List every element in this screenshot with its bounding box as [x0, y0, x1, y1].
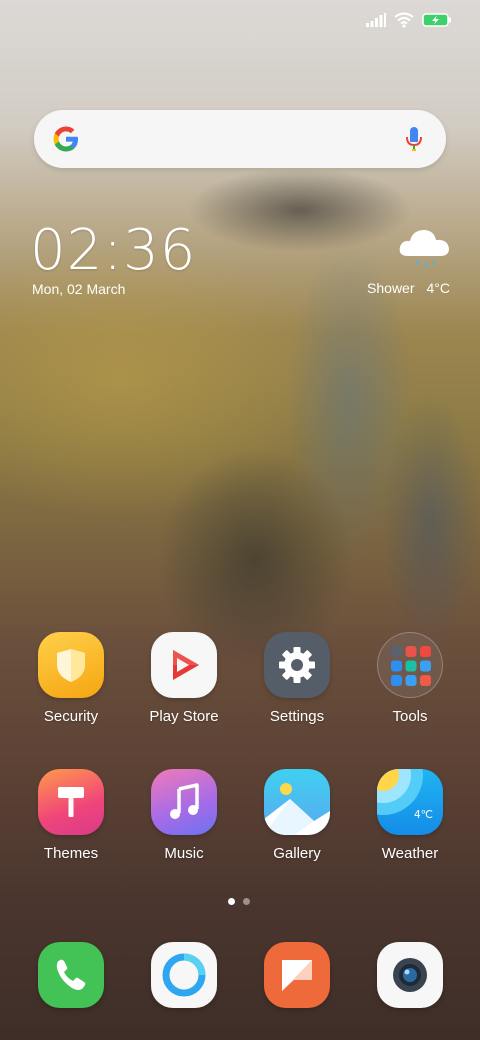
status-bar: [0, 0, 480, 44]
music-note-icon: [151, 769, 217, 835]
gear-icon: [264, 632, 330, 698]
wifi-icon: [394, 12, 414, 28]
search-bar[interactable]: [34, 110, 446, 168]
weather-icon: 4℃: [377, 769, 443, 835]
paint-roller-icon: [38, 769, 104, 835]
app-tools-folder[interactable]: Tools: [355, 632, 465, 725]
clock-date[interactable]: Mon, 02 March: [32, 281, 125, 297]
app-settings[interactable]: Settings: [242, 632, 352, 725]
app-label: Music: [164, 845, 204, 862]
weather-badge-text: 4℃: [414, 808, 433, 821]
app-themes[interactable]: Themes: [16, 769, 126, 862]
page-dot[interactable]: [243, 898, 250, 905]
gallery-icon: [264, 769, 330, 835]
mic-icon[interactable]: [404, 125, 424, 153]
page-dot-active[interactable]: [228, 898, 235, 905]
folder-icon: [377, 632, 443, 698]
play-store-icon: [151, 632, 217, 698]
phone-icon: [56, 959, 86, 990]
browser-icon: [162, 953, 206, 997]
app-music[interactable]: Music: [129, 769, 239, 862]
battery-charging-icon: [422, 13, 451, 27]
app-play-store[interactable]: Play Store: [129, 632, 239, 725]
dock-browser[interactable]: [151, 942, 217, 1008]
signal-icon: [366, 13, 386, 27]
dock-phone[interactable]: [38, 942, 104, 1008]
clock-time[interactable]: 02:36: [30, 218, 196, 283]
camera-icon: [393, 958, 427, 992]
app-weather[interactable]: 4℃ Weather: [355, 769, 465, 862]
page-indicator: [228, 898, 250, 905]
cloud-rain-icon[interactable]: [396, 224, 452, 272]
messages-icon: [282, 960, 312, 991]
app-label: Settings: [269, 708, 325, 725]
shield-icon: [38, 632, 104, 698]
weather-widget[interactable]: Shower 4°C: [367, 280, 450, 296]
app-label: Gallery: [273, 845, 321, 862]
dock-camera[interactable]: [377, 942, 443, 1008]
app-label: Play Store: [149, 708, 219, 725]
app-label: Themes: [43, 845, 99, 862]
google-logo-icon: [53, 126, 78, 152]
app-label: Tools: [392, 708, 428, 725]
weather-condition: Shower: [367, 280, 415, 296]
app-gallery[interactable]: Gallery: [242, 769, 352, 862]
app-label: Weather: [381, 845, 439, 862]
app-label: Security: [43, 708, 99, 725]
weather-temperature: 4°C: [426, 280, 451, 296]
app-security[interactable]: Security: [16, 632, 126, 725]
dock-messages[interactable]: [264, 942, 330, 1008]
